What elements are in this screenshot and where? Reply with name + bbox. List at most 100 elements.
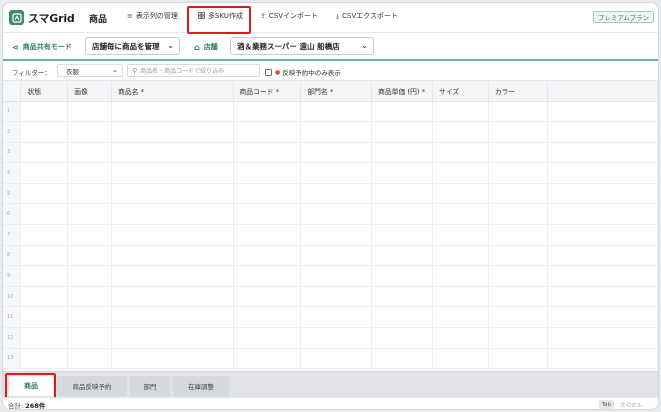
grid-cell[interactable] — [300, 265, 373, 287]
grid-cell[interactable] — [67, 327, 113, 349]
column-header[interactable]: 部門名 * — [300, 81, 373, 102]
grid-cell[interactable] — [371, 224, 434, 246]
grid-cell[interactable] — [547, 306, 658, 329]
grid-cell[interactable] — [488, 121, 548, 143]
grid-cell[interactable] — [233, 265, 302, 287]
grid-cell[interactable] — [547, 265, 658, 287]
grid-cell[interactable] — [300, 101, 373, 123]
grid-cell[interactable] — [20, 162, 69, 184]
grid-cell[interactable] — [488, 101, 548, 123]
grid-cell[interactable] — [111, 183, 234, 205]
grid-cell[interactable] — [233, 183, 302, 205]
grid-cell[interactable] — [300, 306, 373, 329]
grid-cell[interactable] — [547, 142, 658, 164]
grid-cell[interactable] — [300, 224, 373, 246]
column-header[interactable]: 商品コード * — [233, 81, 302, 102]
grid-cell[interactable] — [111, 348, 234, 370]
grid-cell[interactable] — [111, 203, 234, 226]
grid-cell[interactable] — [111, 306, 234, 329]
tab-product-reservations[interactable]: 商品反映予約 — [57, 376, 127, 396]
grid-cell[interactable] — [488, 265, 548, 287]
grid-cell[interactable] — [20, 121, 69, 143]
column-header[interactable] — [547, 81, 658, 102]
grid-cell[interactable] — [432, 348, 489, 370]
grid-cell[interactable] — [432, 203, 489, 226]
manage-columns-button[interactable]: ≡ 表示列の管理 — [127, 11, 178, 21]
grid-cell[interactable] — [547, 121, 658, 143]
column-header[interactable]: 商品名 * — [111, 81, 234, 102]
grid-cell[interactable] — [547, 245, 658, 267]
grid-cell[interactable] — [432, 306, 489, 329]
grid-cell[interactable] — [233, 327, 302, 349]
grid-cell[interactable] — [67, 306, 113, 329]
grid-cell[interactable] — [547, 183, 658, 205]
row-number-header[interactable] — [3, 81, 22, 102]
grid-cell[interactable] — [488, 348, 548, 370]
grid-cell[interactable] — [371, 101, 434, 123]
grid-cell[interactable] — [67, 183, 113, 205]
grid-cell[interactable] — [20, 286, 69, 308]
grid-cell[interactable] — [371, 121, 434, 143]
grid-cell[interactable] — [371, 183, 434, 205]
grid-cell[interactable] — [547, 348, 658, 370]
column-header[interactable]: カラー — [488, 81, 548, 102]
grid-cell[interactable] — [233, 348, 302, 370]
grid-cell[interactable] — [432, 142, 489, 164]
grid-cell[interactable] — [488, 142, 548, 164]
grid-cell[interactable] — [111, 121, 234, 143]
column-header[interactable]: 画像 — [67, 81, 113, 102]
grid-cell[interactable] — [20, 265, 69, 287]
grid-cell[interactable] — [432, 286, 489, 308]
grid-cell[interactable] — [371, 286, 434, 308]
grid-cell[interactable] — [371, 203, 434, 226]
grid-cell[interactable] — [547, 224, 658, 246]
reserved-only-checkbox[interactable]: ● 反映予約中のみ表示 — [265, 67, 341, 77]
column-header[interactable]: サイズ — [432, 81, 489, 102]
grid-cell[interactable] — [111, 224, 234, 246]
grid-cell[interactable] — [300, 183, 373, 205]
grid-cell[interactable] — [67, 265, 113, 287]
grid-cell[interactable] — [547, 162, 658, 184]
grid-cell[interactable] — [111, 162, 234, 184]
grid-cell[interactable] — [67, 101, 113, 123]
grid-cell[interactable] — [111, 142, 234, 164]
grid-cell[interactable] — [547, 203, 658, 226]
premium-plan-badge[interactable]: プレミアムプラン — [592, 11, 654, 23]
column-header[interactable]: 商品単価 (円) * — [371, 81, 434, 102]
app-logo[interactable]: スマGrid — [9, 10, 75, 26]
grid-cell[interactable] — [233, 245, 302, 267]
grid-cell[interactable] — [67, 142, 113, 164]
grid-cell[interactable] — [233, 203, 302, 226]
grid-cell[interactable] — [233, 224, 302, 246]
csv-export-button[interactable]: ⤓ CSVエクスポート — [336, 11, 398, 21]
grid-cell[interactable] — [488, 327, 548, 349]
checkbox-box[interactable] — [265, 68, 272, 76]
grid-cell[interactable] — [233, 142, 302, 164]
grid-cell[interactable] — [432, 121, 489, 143]
grid-cell[interactable] — [111, 327, 234, 349]
grid-cell[interactable] — [488, 306, 548, 329]
grid-cell[interactable] — [488, 203, 548, 226]
grid-cell[interactable] — [67, 286, 113, 308]
grid-cell[interactable] — [432, 245, 489, 267]
store-select[interactable]: 酒＆業務スーパー 遠山 船橋店 ⌄ — [230, 37, 374, 55]
grid-cell[interactable] — [432, 162, 489, 184]
grid-cell[interactable] — [547, 327, 658, 349]
grid-cell[interactable] — [67, 224, 113, 246]
grid-cell[interactable] — [20, 348, 69, 370]
grid-cell[interactable] — [300, 245, 373, 267]
grid-cell[interactable] — [111, 286, 234, 308]
csv-import-button[interactable]: ⇪ CSVインポート — [260, 11, 318, 21]
grid-cell[interactable] — [488, 162, 548, 184]
grid-cell[interactable] — [547, 286, 658, 308]
grid-cell[interactable] — [111, 245, 234, 267]
grid-cell[interactable] — [488, 183, 548, 205]
grid-cell[interactable] — [371, 306, 434, 329]
grid-cell[interactable] — [432, 265, 489, 287]
grid-cell[interactable] — [67, 348, 113, 370]
grid-cell[interactable] — [20, 306, 69, 329]
grid-cell[interactable] — [233, 121, 302, 143]
grid-cell[interactable] — [20, 101, 69, 123]
grid-cell[interactable] — [300, 142, 373, 164]
grid-cell[interactable] — [20, 327, 69, 349]
